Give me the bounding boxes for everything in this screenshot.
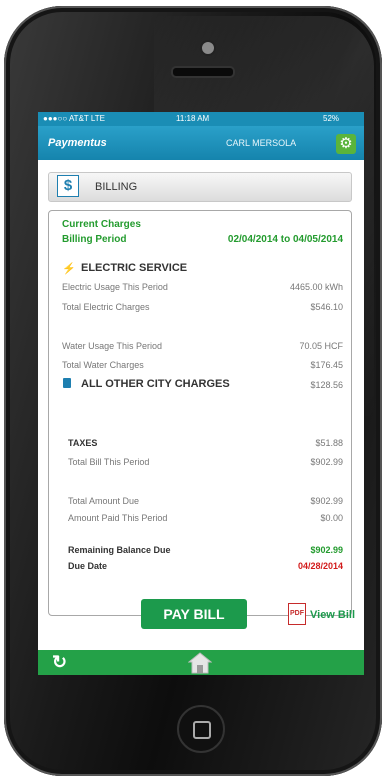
billing-tab[interactable]: $ BILLING [48,172,352,202]
charges-card: Current Charges Billing Period 02/04/201… [48,210,352,616]
amount-paid-label: Amount Paid This Period [68,513,168,523]
total-water-value: $176.45 [310,360,343,370]
home-icon[interactable] [188,652,212,674]
pay-bill-button[interactable]: PAY BILL [141,599,247,629]
total-water-label: Total Water Charges [62,360,144,370]
dollar-icon: $ [57,175,79,197]
total-due-value: $902.99 [310,496,343,506]
gear-icon[interactable]: ⚙ [336,134,356,154]
home-button-square [193,721,211,739]
app-screen: ●●●○○ AT&T LTE 11:18 AM 52% Paymentus CA… [38,112,364,675]
other-city-charges-heading: ALL OTHER CITY CHARGES [81,378,230,390]
amount-paid-value: $0.00 [320,513,343,523]
water-usage-label: Water Usage This Period [62,341,163,351]
due-date-label: Due Date [68,561,108,571]
total-bill-value: $902.99 [310,457,343,467]
total-bill-label: Total Bill This Period [68,457,150,467]
status-bar: ●●●○○ AT&T LTE 11:18 AM 52% [38,112,364,126]
carrier-label: ●●●○○ AT&T LTE [43,114,105,123]
electric-usage-value: 4465.00 kWh [289,282,343,292]
bottom-nav: ↻ [38,650,364,675]
battery-label: 52% [323,114,340,123]
total-electric-value: $546.10 [310,302,343,312]
camera [200,40,216,56]
pdf-icon[interactable]: PDF [288,603,306,625]
view-bill-link[interactable]: View Bill [310,609,355,621]
document-icon [63,378,71,388]
status-time: 11:18 AM [176,114,210,123]
electric-usage-label: Electric Usage This Period [62,282,168,292]
water-usage-value: 70.05 HCF [299,341,343,351]
remaining-balance-value: $902.99 [310,545,343,555]
speaker [171,66,235,78]
app-header: Paymentus CARL MERSOLA ⚙ [38,126,364,160]
due-date-value: 04/28/2014 [297,561,343,571]
refresh-icon[interactable]: ↻ [52,652,67,673]
billing-period-label: Billing Period [62,234,127,245]
app-logo: Paymentus [48,137,107,149]
electric-icon: ⚡ [62,263,76,275]
current-charges-title: Current Charges [62,219,141,230]
total-due-label: Total Amount Due [68,496,140,506]
electric-service-heading: ELECTRIC SERVICE [81,262,188,274]
taxes-value: $51.88 [315,438,343,448]
total-electric-label: Total Electric Charges [62,302,150,312]
billing-period-value: 02/04/2014 to 04/05/2014 [227,234,343,245]
taxes-label: TAXES [68,438,98,448]
user-name: CARL MERSOLA [226,138,297,148]
remaining-balance-label: Remaining Balance Due [68,545,171,555]
other-city-charges-value: $128.56 [310,380,343,390]
home-button[interactable] [177,705,225,753]
billing-tab-label: BILLING [95,181,138,193]
